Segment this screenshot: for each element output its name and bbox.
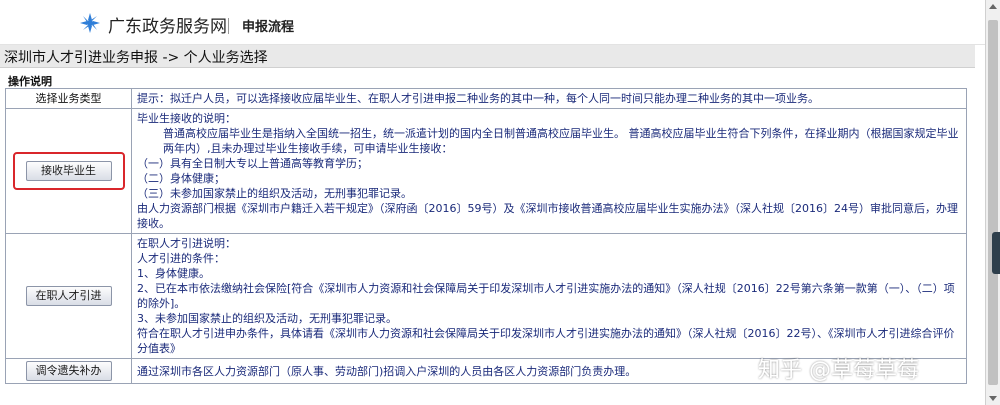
desc-line: 2、已在本市依法缴纳社会保险[符合《深圳市人力资源和社会保障局关于印发深圳市人才…	[137, 282, 955, 310]
desc-line: 普通高校应届毕业生是指纳入全国统一招生，统一派遣计划的国内全日制普通高校应届毕业…	[163, 127, 959, 155]
vertical-scrollbar[interactable]	[985, 0, 1000, 405]
scroll-down-icon[interactable]	[989, 396, 997, 401]
desc-line: 1、身体健康。	[137, 267, 210, 280]
button-cell: 在职人才引进	[5, 233, 132, 359]
page-title: 申报流程	[242, 20, 295, 35]
desc-line: 3、未参加国家禁止的组织及活动，无刑事犯罪记录。	[137, 312, 397, 325]
desc-line: 在职人才引进说明：	[137, 237, 236, 250]
desc-line: （二）身体健康；	[137, 172, 225, 185]
desc-line: 由人力资源部门根据《深圳市户籍迁入若干规定》（深府函〔2016〕59号）及《深圳…	[137, 202, 958, 230]
scroll-up-icon[interactable]	[989, 4, 997, 9]
receive-graduate-button[interactable]: 接收毕业生	[25, 161, 112, 181]
table-row: 选择业务类型 提示：拟迁户人员，可以选择接收应届毕业生、在职人才引进申报二种业务…	[5, 88, 967, 109]
top-header: 广东政务服务网 申报流程	[0, 0, 985, 45]
button-cell: 接收毕业生	[5, 108, 132, 234]
transfer-order-reissue-button[interactable]: 调令遗失补办	[25, 361, 112, 381]
breadcrumb-bar: 深圳市人才引进业务申报 -> 个人业务选择	[0, 45, 975, 68]
button-cell: 调令遗失补办	[5, 358, 132, 384]
desc-line: 人才引进的条件：	[137, 252, 225, 265]
graduate-description: 毕业生接收的说明： 普通高校应届毕业生是指纳入全国统一招生，统一派遣计划的国内全…	[131, 108, 967, 234]
desc-line: 毕业生接收的说明：	[137, 112, 236, 125]
watermark: 知乎 @草莓草莓	[758, 358, 919, 383]
breadcrumb: 深圳市人才引进业务申报 -> 个人业务选择	[4, 50, 268, 66]
highlight-box: 接收毕业生	[12, 152, 125, 190]
business-selection-table: 选择业务类型 提示：拟迁户人员，可以选择接收应届毕业生、在职人才引进申报二种业务…	[5, 88, 967, 384]
table-row: 接收毕业生 毕业生接收的说明： 普通高校应届毕业生是指纳入全国统一招生，统一派遣…	[5, 108, 967, 234]
desc-line: （三）未参加国家禁止的组织及活动，无刑事犯罪记录。	[137, 187, 412, 200]
talent-introduction-button[interactable]: 在职人才引进	[25, 286, 112, 306]
desc-line: （一）具有全日制大专以上普通高等教育学历；	[137, 157, 368, 170]
scroll-thumb[interactable]	[988, 20, 998, 385]
guangdong-logo-icon	[80, 13, 100, 33]
section-title: 操作说明	[8, 75, 52, 88]
side-float-button[interactable]	[992, 232, 1000, 274]
header-divider	[228, 18, 229, 34]
site-name[interactable]: 广东政务服务网	[108, 12, 227, 37]
talent-description: 在职人才引进说明： 人才引进的条件： 1、身体健康。 2、已在本市依法缴纳社会保…	[131, 233, 967, 359]
row-header: 选择业务类型	[5, 88, 132, 109]
table-row: 在职人才引进 在职人才引进说明： 人才引进的条件： 1、身体健康。 2、已在本市…	[5, 233, 967, 359]
tip-text: 提示：拟迁户人员，可以选择接收应届毕业生、在职人才引进申报二种业务的其中一种，每…	[131, 88, 967, 109]
